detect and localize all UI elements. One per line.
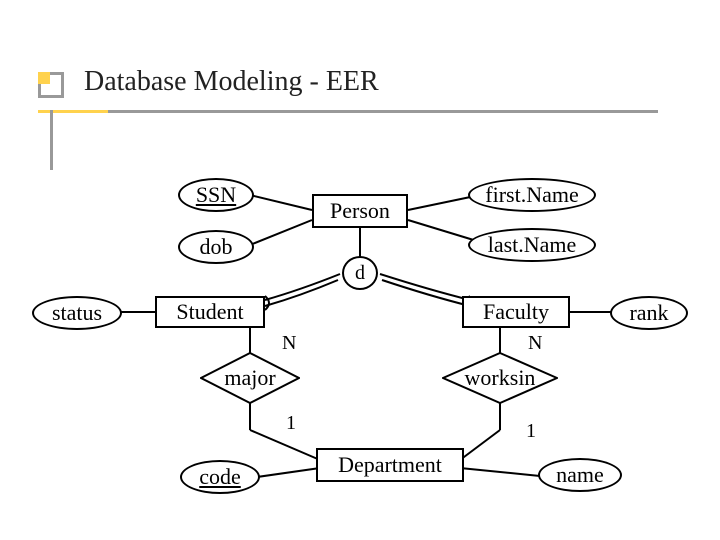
attr-code: code [180, 460, 260, 494]
card-major-n: N [282, 332, 296, 355]
entity-person-label: Person [330, 198, 390, 224]
attr-name-label: name [556, 462, 604, 488]
card-worksin-n: N [528, 332, 542, 355]
entity-student-label: Student [176, 299, 243, 325]
diagram-canvas: Database Modeling - EER [0, 0, 720, 540]
title-divider [38, 110, 658, 113]
entity-department-label: Department [338, 452, 442, 478]
attr-dob: dob [178, 230, 254, 264]
specialization-disjoint: d [342, 256, 378, 290]
specialization-label: d [355, 262, 365, 285]
entity-faculty: Faculty [462, 296, 570, 328]
attr-firstname: first.Name [468, 178, 596, 212]
attr-lastname-label: last.Name [488, 232, 577, 258]
attr-rank-label: rank [629, 300, 668, 326]
attr-firstname-label: first.Name [485, 182, 578, 208]
title-divider-vertical [50, 110, 53, 170]
entity-person: Person [312, 194, 408, 228]
attr-name: name [538, 458, 622, 492]
entity-faculty-label: Faculty [483, 299, 549, 325]
rel-major-label: major [224, 365, 275, 391]
entity-student: Student [155, 296, 265, 328]
attr-status-label: status [52, 300, 102, 326]
title-bullet-icon [38, 72, 64, 98]
rel-major: major [200, 352, 300, 404]
attr-lastname: last.Name [468, 228, 596, 262]
attr-rank: rank [610, 296, 688, 330]
page-title: Database Modeling - EER [84, 66, 379, 98]
entity-department: Department [316, 448, 464, 482]
attr-status: status [32, 296, 122, 330]
attr-dob-label: dob [200, 234, 233, 260]
attr-code-label: code [199, 464, 241, 490]
attr-ssn: SSN [178, 178, 254, 212]
card-major-1: 1 [286, 412, 296, 435]
card-worksin-1: 1 [526, 420, 536, 443]
rel-worksin-label: worksin [465, 365, 536, 391]
attr-ssn-label: SSN [196, 182, 236, 208]
rel-worksin: worksin [442, 352, 558, 404]
